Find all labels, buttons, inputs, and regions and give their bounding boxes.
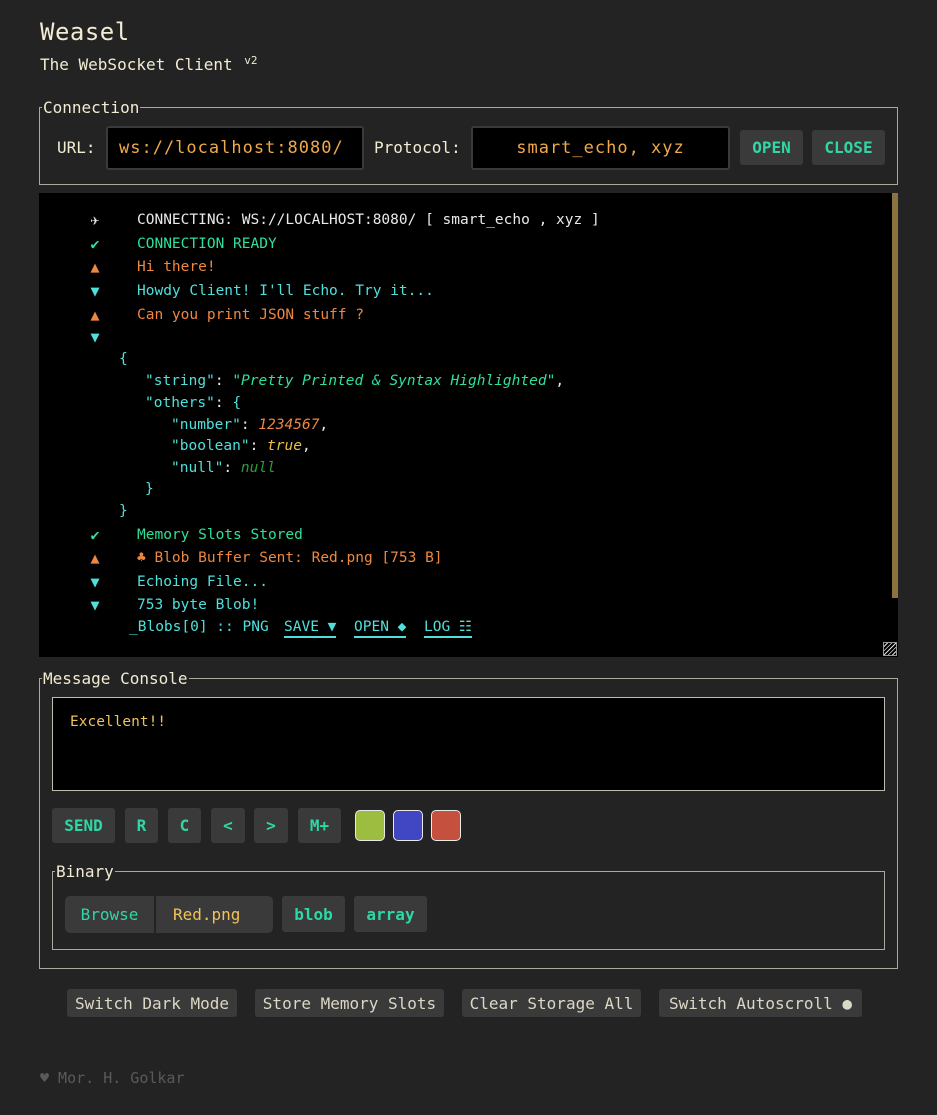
protocol-input[interactable]: smart_echo, xyz	[471, 126, 730, 170]
selected-file-name: Red.png	[173, 905, 241, 924]
protocol-label: Protocol:	[374, 138, 461, 157]
send-blob-button[interactable]: blob	[282, 896, 345, 932]
next-button[interactable]: >	[254, 808, 288, 843]
send-array-button[interactable]: array	[354, 896, 427, 932]
sent-arrow-icon: ▲	[90, 258, 100, 276]
color-swatch-red[interactable]	[431, 810, 461, 841]
log-entry: Howdy Client! I'll Echo. Try it...	[137, 283, 434, 299]
connection-legend: Connection	[43, 98, 140, 117]
log-entry: Can you print JSON stuff ?	[137, 307, 364, 323]
log-blob-link[interactable]: LOG ☷	[424, 619, 472, 638]
blob-name: _Blobs[0] :: PNG	[129, 619, 269, 635]
log-entry: ♣ Blob Buffer Sent: Red.png [753 B]	[137, 550, 443, 566]
send-button[interactable]: SEND	[52, 808, 115, 843]
log-entry: CONNECTION READY	[137, 236, 277, 252]
footer-credit: ♥ Mor. H. Golkar	[40, 1069, 185, 1087]
prev-button[interactable]: <	[211, 808, 245, 843]
store-memory-button[interactable]: Store Memory Slots	[255, 989, 444, 1017]
log-entry: CONNECTING: WS://LOCALHOST:8080/ [ smart…	[137, 212, 600, 228]
received-arrow-icon: ▼	[90, 596, 100, 614]
url-input[interactable]: ws://localhost:8080/	[106, 126, 364, 170]
r-button[interactable]: R	[125, 808, 158, 843]
received-arrow-icon: ▼	[90, 328, 100, 346]
sent-arrow-icon: ▲	[90, 549, 100, 567]
plane-icon: ✈	[90, 211, 100, 229]
log-scrollbar[interactable]	[892, 193, 898, 598]
sent-arrow-icon: ▲	[90, 306, 100, 324]
save-blob-link[interactable]: SAVE ▼	[284, 619, 337, 638]
clear-storage-button[interactable]: Clear Storage All	[462, 989, 641, 1017]
log-entry: 753 byte Blob!	[137, 597, 260, 613]
close-button[interactable]: CLOSE	[812, 130, 885, 165]
console-legend: Message Console	[43, 669, 188, 688]
log-entry: Hi there!	[137, 259, 216, 275]
received-arrow-icon: ▼	[90, 282, 100, 300]
autoscroll-button[interactable]: Switch Autoscroll ●	[659, 989, 862, 1017]
dark-mode-button[interactable]: Switch Dark Mode	[67, 989, 237, 1017]
binary-legend: Binary	[56, 862, 114, 881]
app-title: Weasel	[40, 18, 130, 46]
browse-button[interactable]: Browse	[65, 896, 156, 933]
version-badge: v2	[244, 54, 258, 67]
message-log[interactable]: ✈ CONNECTING: WS://LOCALHOST:8080/ [ sma…	[39, 193, 898, 657]
color-swatch-green[interactable]	[355, 810, 385, 841]
check-icon: ✔	[90, 235, 100, 253]
color-swatch-blue[interactable]	[393, 810, 423, 841]
message-input[interactable]: Excellent!!	[52, 697, 885, 791]
log-entry: Memory Slots Stored	[137, 527, 303, 543]
url-label: URL:	[57, 138, 96, 157]
received-arrow-icon: ▼	[90, 573, 100, 591]
file-picker[interactable]: Browse Red.png	[65, 896, 273, 933]
check-icon: ✔	[90, 526, 100, 544]
open-blob-link[interactable]: OPEN ◆	[354, 619, 407, 638]
open-button[interactable]: OPEN	[740, 130, 803, 165]
app-subtitle: The WebSocket Client v2	[40, 54, 258, 74]
c-button[interactable]: C	[168, 808, 201, 843]
log-entry: Echoing File...	[137, 574, 268, 590]
memory-add-button[interactable]: M+	[298, 808, 341, 843]
resize-handle[interactable]	[883, 642, 897, 656]
